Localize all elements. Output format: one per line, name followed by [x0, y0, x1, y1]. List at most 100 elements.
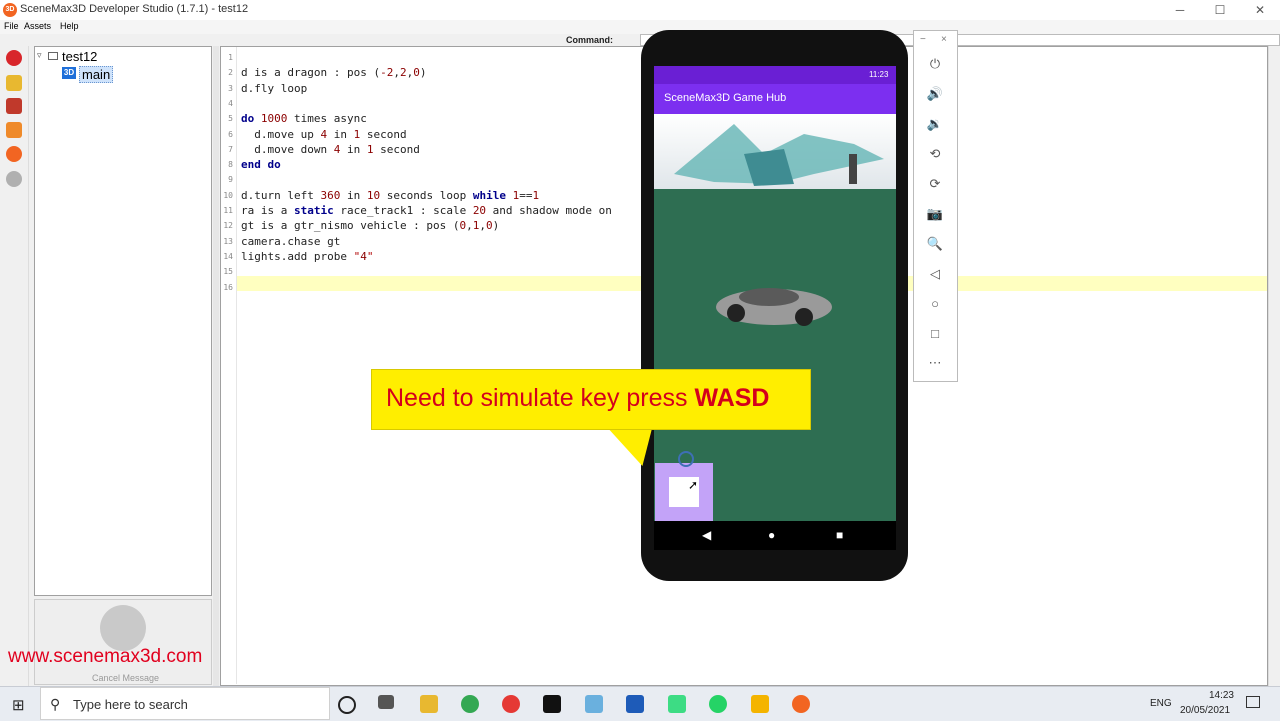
emulator-minimize-button[interactable]: − [920, 34, 926, 45]
project-tree [34, 46, 212, 596]
line-number: 1 [228, 53, 233, 62]
menu-assets[interactable]: Assets [24, 21, 51, 31]
editor-scrollbar[interactable] [1268, 46, 1280, 686]
tree-expand-icon[interactable]: ▿ [37, 50, 42, 61]
code-line[interactable]: d.fly loop [241, 82, 307, 95]
code-line[interactable]: d.turn left 360 in 10 seconds loop while… [241, 189, 539, 202]
export-icon[interactable] [6, 122, 22, 138]
line-number: 5 [228, 114, 233, 124]
camera-icon[interactable]: 📷 [923, 206, 947, 222]
left-toolbar [0, 46, 29, 686]
tray-time[interactable]: 14:23 [1186, 690, 1234, 701]
command-label: Command: [566, 35, 613, 45]
code-line[interactable]: d.move down 4 in 1 second [241, 143, 420, 156]
line-number: 15 [223, 267, 233, 277]
run-icon[interactable] [6, 50, 22, 66]
line-number: 7 [228, 144, 233, 154]
home-icon[interactable]: ○ [923, 296, 947, 311]
tray-date[interactable]: 20/05/2021 [1180, 705, 1230, 716]
overview-icon[interactable]: □ [923, 326, 947, 341]
car-model [716, 288, 832, 326]
whatsapp-icon[interactable] [709, 695, 727, 713]
rotate-left-icon[interactable]: ⟲ [923, 146, 947, 162]
mouse-cursor-icon: ➚ [688, 478, 699, 492]
window-title: SceneMax3D Developer Studio (1.7.1) - te… [20, 3, 249, 15]
word-icon[interactable] [626, 695, 644, 713]
line-number: 4 [228, 98, 233, 108]
project-folder-icon [48, 52, 58, 60]
minimize-button[interactable]: ─ [1160, 2, 1200, 18]
back-icon[interactable]: ◁ [923, 266, 947, 282]
notifications-icon[interactable] [1246, 696, 1260, 708]
code-line[interactable]: lights.add probe "4" [241, 250, 373, 263]
file-explorer-icon[interactable] [420, 695, 438, 713]
touch-indicator-icon [678, 451, 694, 467]
chrome-icon[interactable] [461, 695, 479, 713]
line-number-gutter [221, 47, 237, 684]
stop-icon[interactable] [6, 171, 22, 187]
menu-bar [0, 20, 1280, 34]
line-number: 13 [223, 236, 233, 246]
code-line[interactable]: camera.chase gt [241, 235, 340, 248]
android-studio-icon[interactable] [668, 695, 686, 713]
tree-item-test12[interactable]: test12 [62, 49, 97, 64]
line-number: 2 [228, 68, 233, 78]
intellij-icon[interactable] [543, 695, 561, 713]
app-icon[interactable] [585, 695, 603, 713]
code-line[interactable]: gt is a gtr_nismo vehicle : pos (0,1,0) [241, 219, 499, 232]
save-icon[interactable] [6, 98, 22, 114]
recorder-icon[interactable] [502, 695, 520, 713]
settings-icon[interactable] [6, 146, 22, 162]
zoom-icon[interactable]: 🔍 [923, 236, 947, 252]
callout-text: Need to simulate key press WASD [386, 384, 769, 413]
callout-message: Need to simulate key press [386, 384, 695, 412]
code-line[interactable]: do 1000 times async [241, 112, 367, 125]
close-button[interactable]: ✕ [1240, 2, 1280, 18]
phone-home-icon[interactable]: ● [768, 528, 775, 542]
emulator-close-button[interactable]: × [941, 34, 947, 45]
line-number: 11 [223, 206, 233, 215]
phone-recents-icon[interactable]: ■ [836, 528, 843, 542]
scenemax-taskbar-icon[interactable] [792, 695, 810, 713]
cortana-icon[interactable] [338, 696, 356, 714]
line-number: 16 [223, 282, 233, 292]
line-number: 3 [228, 83, 233, 93]
line-number: 6 [228, 129, 233, 139]
rotate-right-icon[interactable]: ⟳ [923, 176, 947, 192]
start-icon[interactable]: ⊞ [12, 696, 25, 714]
cancel-message-button[interactable]: Cancel Message [92, 673, 159, 683]
tree-item-main[interactable]: main [79, 66, 114, 83]
phone-status-time: 11:23 [869, 70, 889, 79]
phone-status-bar [654, 66, 896, 84]
phone-app-title: SceneMax3D Game Hub [664, 92, 787, 104]
drive-icon[interactable] [751, 695, 769, 713]
panel-splitter[interactable] [213, 46, 219, 686]
line-number: 8 [228, 160, 233, 170]
volume-up-icon[interactable]: 🔊 [923, 86, 947, 102]
avatar-icon [100, 605, 146, 651]
search-placeholder: Type here to search [73, 697, 188, 712]
menu-file[interactable]: File [4, 21, 19, 31]
phone-back-icon[interactable]: ◀ [702, 528, 711, 542]
task-view-icon[interactable] [378, 695, 394, 709]
code-line[interactable]: d.move up 4 in 1 second [241, 128, 406, 141]
line-number: 12 [223, 221, 233, 231]
volume-down-icon[interactable]: 🔉 [923, 116, 947, 132]
menu-help[interactable]: Help [60, 21, 79, 31]
maximize-button[interactable]: ☐ [1200, 2, 1240, 18]
callout-emphasis: WASD [694, 384, 770, 412]
folder-icon[interactable] [6, 75, 22, 91]
line-number: 9 [228, 175, 233, 185]
search-icon: ⚲ [50, 696, 61, 712]
code-line[interactable]: end do [241, 158, 281, 171]
script-3d-icon: 3D [62, 67, 76, 79]
language-indicator[interactable]: ENG [1150, 698, 1172, 709]
dragon-model [674, 124, 884, 186]
more-icon[interactable]: ⋯ [923, 355, 947, 371]
code-line[interactable]: ra is a static race_track1 : scale 20 an… [241, 204, 612, 217]
line-number: 14 [223, 251, 233, 261]
website-watermark: www.scenemax3d.com [8, 646, 203, 667]
code-line[interactable]: d is a dragon : pos (-2,2,0) [241, 66, 426, 79]
power-icon[interactable]: ⏻ [923, 56, 947, 72]
line-number: 10 [223, 190, 233, 200]
